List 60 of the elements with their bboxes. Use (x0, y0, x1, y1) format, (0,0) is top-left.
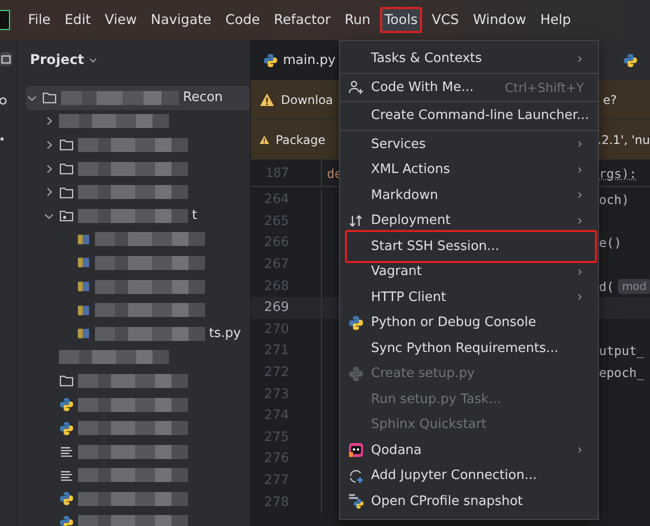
menu-bar-item[interactable]: View (100, 7, 141, 33)
menu-item[interactable]: Markdown (340, 182, 598, 208)
folder-icon (59, 184, 74, 200)
file-name[interactable]: Recon (183, 90, 223, 106)
code-text: rgs): (599, 166, 637, 180)
toolwindow-icon[interactable] (0, 136, 6, 142)
notification-text: Downloa (281, 92, 334, 106)
menu-bar-item[interactable]: Tools (380, 7, 422, 33)
code-text: epoch_ (599, 365, 644, 380)
python-file-icon (59, 397, 74, 412)
menu-item[interactable]: Vagrant (340, 259, 598, 284)
code-text: och) (599, 192, 630, 208)
notification-text: Package (276, 132, 326, 146)
folder-icon (59, 137, 74, 152)
code-text: utput_ (599, 343, 644, 358)
menu-bar-item[interactable]: Refactor (270, 7, 335, 33)
package-folder-icon (59, 208, 74, 224)
menu-bar-item[interactable]: VCS (428, 7, 463, 33)
folder-icon (59, 161, 74, 176)
app-logo-icon (0, 10, 10, 30)
tree-row[interactable]: Recon (26, 86, 250, 110)
menu-bar-item[interactable]: Run (340, 7, 374, 33)
menu-item[interactable]: Qodana (340, 438, 598, 463)
menu-bar-item[interactable]: Navigate (146, 7, 216, 33)
code-text: d( (599, 278, 614, 294)
menu-item[interactable]: Sync Python Requirements... (340, 336, 598, 361)
python-file-icon (263, 52, 278, 68)
menu-item[interactable]: Services (340, 132, 598, 157)
menu-bar-item[interactable]: File (24, 7, 55, 33)
text-file-icon (59, 444, 74, 460)
menu-item[interactable]: Add Jupyter Connection... (340, 463, 598, 488)
notification-text: .2.1', 'nu (598, 132, 650, 146)
folder-icon[interactable] (0, 52, 12, 66)
toolwindow-icon[interactable] (0, 96, 8, 106)
menu-item[interactable]: Open CProfile snapshot (340, 488, 598, 514)
python-file-icon (623, 52, 638, 68)
notification-text: e? (603, 92, 617, 106)
menu-item[interactable]: Code With Me... Ctrl+Shift+Y (340, 74, 598, 100)
file-name[interactable]: t (192, 208, 198, 224)
menu-bar-item[interactable]: Code (221, 7, 264, 33)
menu-item[interactable]: HTTP Client (340, 284, 598, 310)
folder-icon (59, 373, 74, 388)
menu-bar-item[interactable]: Edit (60, 7, 95, 33)
folder-icon (42, 90, 57, 106)
line-number: 269 (263, 300, 289, 316)
python-file-icon (59, 514, 74, 526)
parameter-hint: mod (618, 278, 650, 294)
menu-bar-item[interactable]: Window (468, 7, 530, 33)
menu-item[interactable]: XML Actions (340, 157, 598, 182)
menu-bar-item[interactable]: Help (536, 7, 575, 33)
menu-item[interactable]: Create Command-line Launcher... (340, 103, 598, 128)
panel-title: Project (30, 52, 84, 68)
file-name[interactable]: ts.py (209, 326, 241, 342)
python-file-icon (59, 420, 74, 436)
python-file-icon (59, 491, 74, 506)
menu-item[interactable]: Deployment (340, 208, 598, 234)
warning-icon (259, 92, 275, 108)
menu-item[interactable]: Python or Debug Console (340, 310, 598, 336)
code-text: e() (599, 235, 622, 250)
menu-item[interactable]: Start SSH Session... (347, 234, 595, 259)
